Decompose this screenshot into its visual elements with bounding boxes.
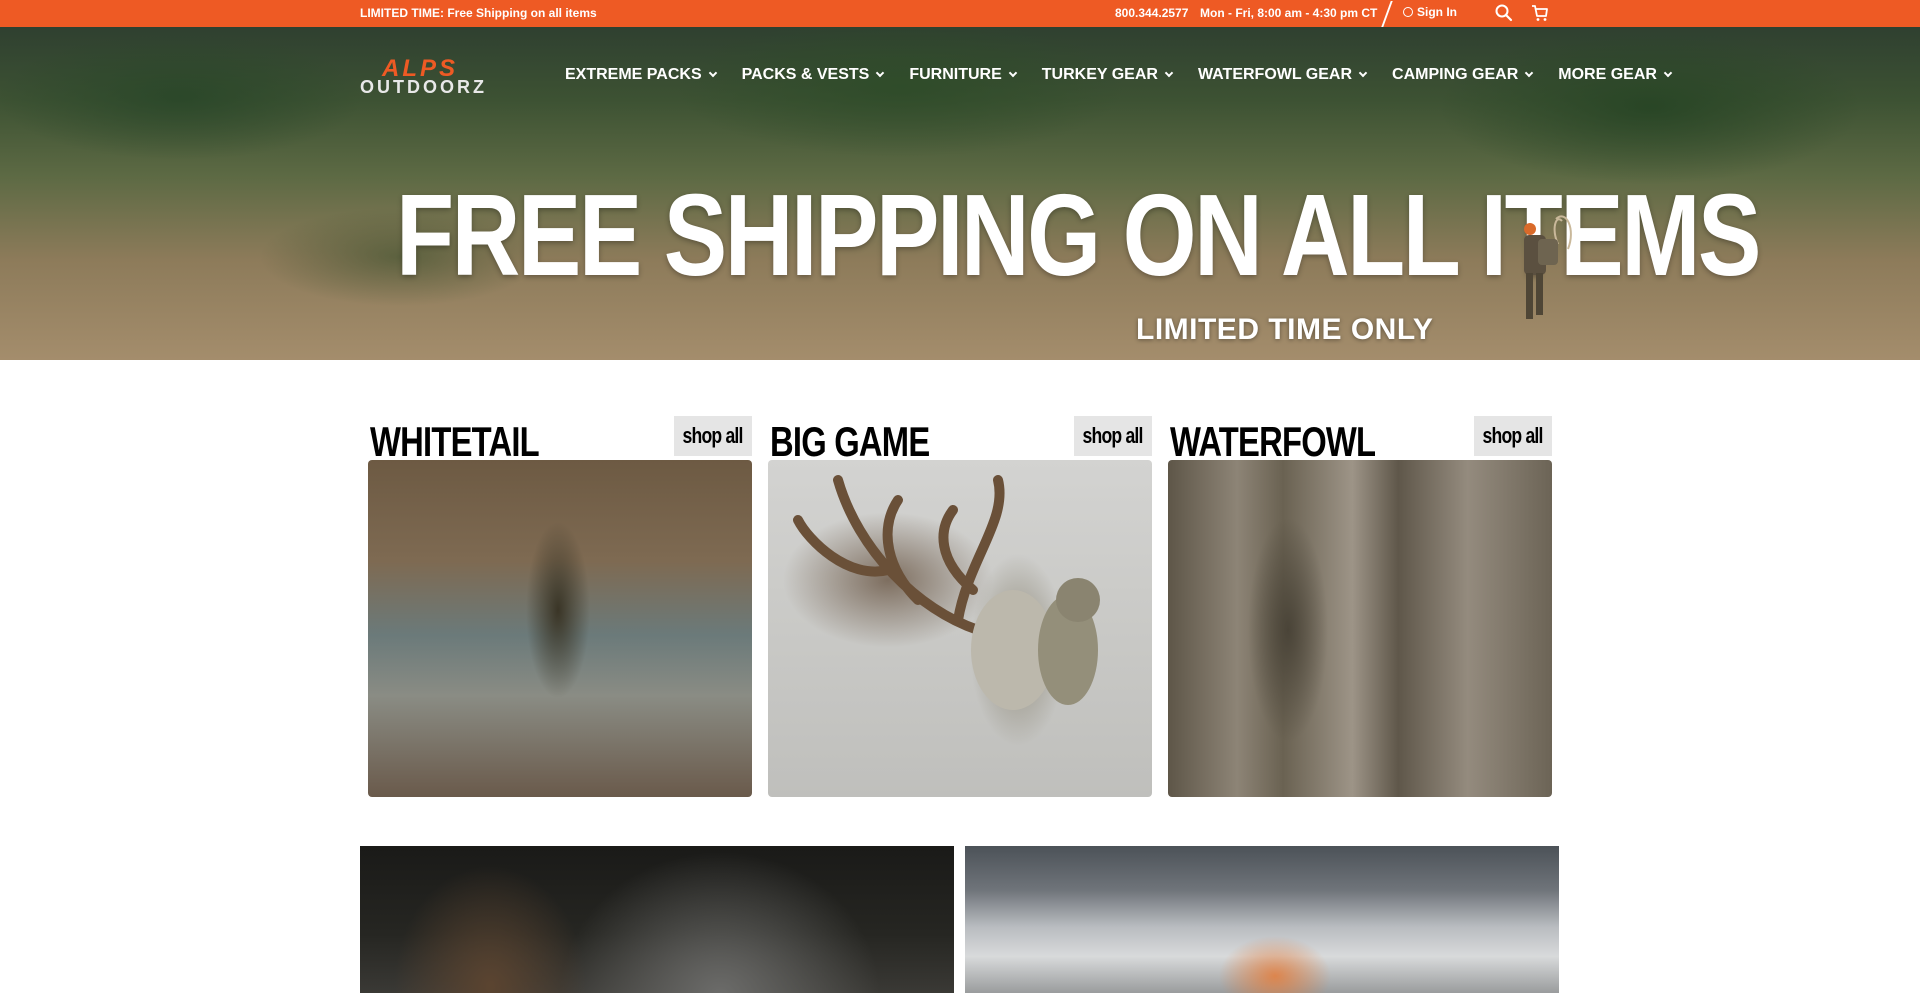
category-title: WHITETAIL [370,418,540,465]
chevron-down-icon [876,68,885,78]
category-title: BIG GAME [770,418,930,465]
hunter-with-antlers-image [1524,215,1572,319]
shop-all-button[interactable]: shop all [1074,416,1152,456]
shop-all-button[interactable]: shop all [674,416,752,456]
promo-text: LIMITED TIME: Free Shipping on all items [360,6,597,20]
shop-all-label: shop all [1082,423,1144,448]
shop-all-label: shop all [682,423,744,448]
chevron-down-icon [1663,68,1673,78]
search-icon[interactable] [1494,3,1514,23]
sign-in-label: Sign In [1417,5,1457,19]
nav-extreme-packs[interactable]: EXTREME PACKS [565,66,717,84]
antlers-illustration [793,475,1100,710]
nav-more-gear[interactable]: MORE GEAR [1558,66,1673,84]
nav-label: TURKEY GEAR [1041,66,1158,83]
category-card-big-game[interactable]: BIG GAME shop all [768,412,1152,797]
nav-label: MORE GEAR [1558,66,1657,83]
divider [1381,1,1393,27]
chevron-down-icon [708,68,717,78]
chevron-down-icon [1525,68,1534,78]
chevron-down-icon [1008,68,1018,78]
nav-label: FURNITURE [909,66,1002,83]
nav-label: PACKS & VESTS [741,66,870,83]
alps-outdoorz-logo[interactable]: ALPS OUTDOORZ [360,55,530,99]
waterfowl-hunter-swamp-image[interactable] [1168,460,1552,797]
card-header: WHITETAIL shop all [368,412,752,465]
nav-furniture[interactable]: FURNITURE [909,66,1018,84]
main-navigation: EXTREME PACKS PACKS & VESTS FURNITURE TU… [565,66,1697,84]
apparel-promo-image[interactable] [360,846,954,993]
camping-promo-image[interactable] [965,846,1559,993]
hero-title: FREE SHIPPING ON ALL ITEMS [396,170,1761,300]
top-promo-bar: LIMITED TIME: Free Shipping on all items… [0,0,1920,27]
chevron-down-icon [1164,68,1174,78]
card-header: BIG GAME shop all [768,412,1152,465]
user-icon [1403,7,1413,17]
category-card-waterfowl[interactable]: WATERFOWL shop all [1168,412,1552,797]
hero-banner[interactable]: ALPS OUTDOORZ EXTREME PACKS PACKS & VEST… [0,27,1920,360]
shop-all-label: shop all [1482,423,1544,448]
nav-turkey-gear[interactable]: TURKEY GEAR [1041,66,1174,84]
chevron-down-icon [1358,68,1368,78]
nav-waterfowl-gear[interactable]: WATERFOWL GEAR [1197,66,1368,84]
big-game-hunter-antlers-image[interactable] [768,460,1152,797]
nav-label: CAMPING GEAR [1392,66,1519,83]
nav-packs-vests[interactable]: PACKS & VESTS [741,66,885,84]
nav-label: WATERFOWL GEAR [1197,66,1353,83]
logo-line-2: OUTDOORZ [360,77,487,97]
category-card-whitetail[interactable]: WHITETAIL shop all [368,412,752,797]
whitetail-hunter-river-image[interactable] [368,460,752,797]
phone-number[interactable]: 800.344.2577 [1115,6,1188,20]
category-title: WATERFOWL [1170,418,1376,465]
nav-camping-gear[interactable]: CAMPING GEAR [1392,66,1534,84]
nav-label: EXTREME PACKS [565,66,702,83]
sign-in-link[interactable]: Sign In [1403,5,1457,19]
cart-icon[interactable] [1530,3,1550,23]
card-header: WATERFOWL shop all [1168,412,1552,465]
business-hours: Mon - Fri, 8:00 am - 4:30 pm CT [1200,6,1378,20]
hero-subtitle: LIMITED TIME ONLY [1136,313,1434,346]
shop-all-button[interactable]: shop all [1474,416,1552,456]
